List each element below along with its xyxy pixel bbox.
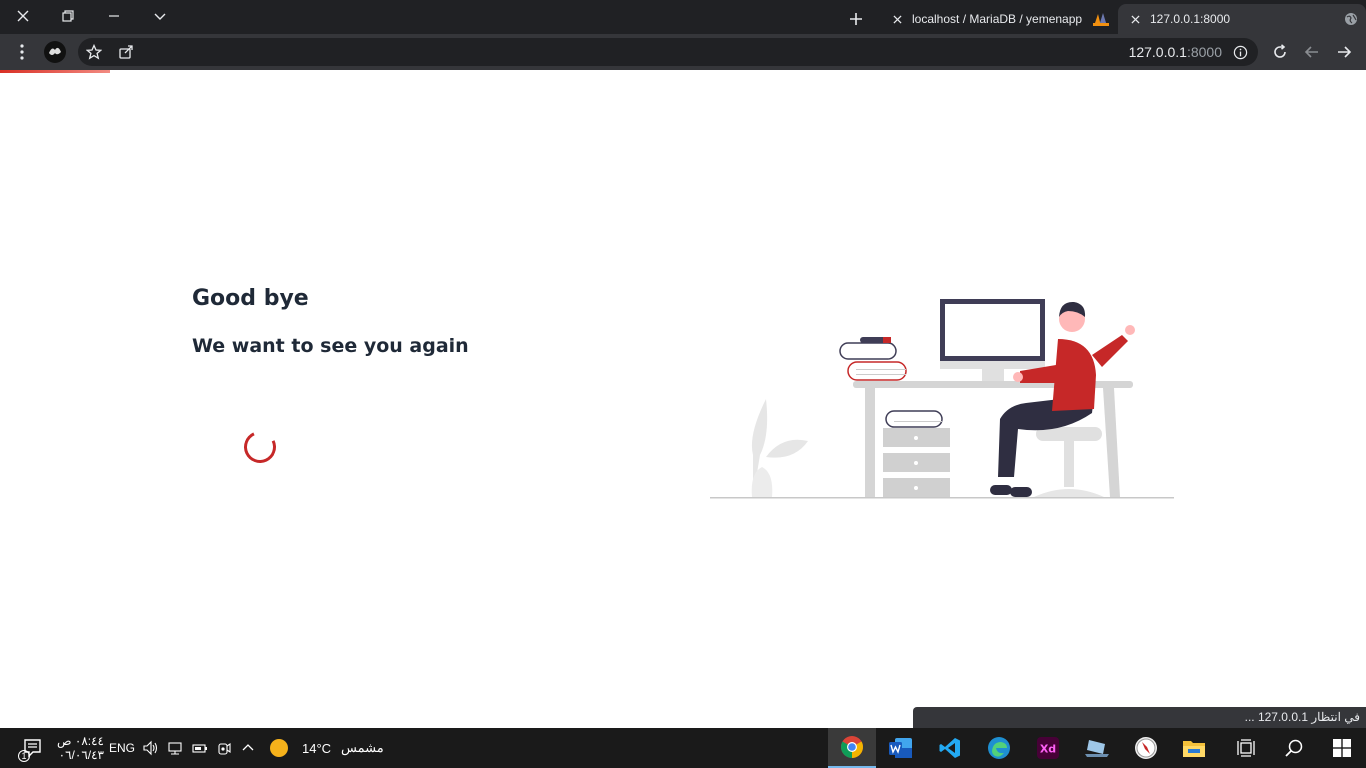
browser-toolbar: 127.0.0.1:8000 [0, 34, 1366, 70]
chevron-down-icon [154, 13, 166, 20]
menu-button[interactable] [8, 38, 36, 66]
word-icon [889, 738, 912, 758]
taskbar-app-file-explorer[interactable] [1170, 728, 1218, 768]
taskbar-app-compass[interactable] [1122, 728, 1170, 768]
windows-taskbar: 1 ٠٨:٤٤ ص ٠٦/٠٦/٤٣ ENG 14°C مشمس Xd [0, 728, 1366, 768]
edge-icon [988, 737, 1010, 759]
taskbar-app-edge[interactable] [975, 728, 1023, 768]
kebab-menu-icon [20, 44, 24, 60]
arrow-left-icon [1304, 46, 1318, 58]
network-icon [168, 742, 182, 755]
vscode-icon [939, 738, 960, 758]
url-text[interactable]: 127.0.0.1:8000 [1129, 44, 1222, 60]
sun-icon [270, 739, 288, 757]
address-bar[interactable]: 127.0.0.1:8000 [78, 38, 1258, 66]
folder-icon [1183, 741, 1205, 757]
show-hidden-icons-button[interactable] [237, 728, 259, 768]
share-icon [119, 45, 133, 59]
page-loading-bar [0, 70, 110, 73]
share-button[interactable] [112, 38, 140, 66]
close-icon [17, 10, 29, 22]
language-indicator[interactable]: ENG [108, 728, 136, 768]
camera-icon [218, 742, 231, 755]
battery-icon [192, 744, 207, 753]
chrome-icon [841, 736, 863, 758]
back-button[interactable] [1298, 38, 1326, 66]
weather-condition: مشمس [341, 740, 384, 755]
windows-logo-icon [1333, 739, 1351, 757]
close-icon [892, 14, 902, 24]
url-host: 127.0.0.1 [1128, 44, 1187, 60]
clock-date: ٠٦/٠٦/٤٣ [58, 748, 104, 762]
clock-time: ٠٨:٤٤ ص [57, 734, 104, 748]
tab-strip: localhost / MariaDB / yemenapp 127.0.0.1… [0, 0, 1366, 34]
bookmark-star-button[interactable] [80, 38, 108, 66]
site-info-button[interactable] [1226, 38, 1254, 66]
info-icon [1233, 45, 1247, 59]
notification-count-badge: 1 [18, 750, 30, 762]
search-button[interactable] [1270, 728, 1318, 768]
language-label: ENG [108, 741, 135, 755]
adobe-xd-icon: Xd [1037, 737, 1059, 759]
compass-icon [1135, 737, 1157, 759]
tab-localhost[interactable]: 127.0.0.1:8000 [1118, 4, 1366, 34]
loading-spinner-icon [239, 426, 281, 468]
page-title: Good bye [192, 286, 309, 311]
taskbar-app-virtualbox[interactable] [1073, 728, 1121, 768]
url-port: :8000 [1186, 44, 1222, 60]
close-window-button[interactable] [0, 0, 46, 32]
star-icon [86, 44, 102, 60]
tab-title: 127.0.0.1:8000 [1150, 12, 1231, 26]
reload-icon [1274, 44, 1286, 58]
laptop-icon [1085, 740, 1109, 757]
weather-widget[interactable]: 14°C مشمس [268, 728, 392, 768]
tab-title: localhost / MariaDB / yemenapp [912, 12, 1083, 26]
tab-search-button[interactable] [137, 0, 183, 32]
battery-button[interactable] [189, 728, 211, 768]
svg-text:Xd: Xd [1040, 743, 1056, 756]
globe-icon [1345, 13, 1357, 25]
profile-avatar[interactable] [41, 38, 69, 66]
chevron-up-icon [242, 744, 254, 751]
volume-button[interactable] [140, 728, 160, 768]
taskbar-app-xd[interactable]: Xd [1024, 728, 1072, 768]
volume-icon [143, 740, 158, 756]
restore-window-button[interactable] [45, 0, 91, 32]
minimize-icon [109, 15, 119, 17]
taskbar-app-chrome[interactable] [828, 728, 876, 768]
task-view-icon [1237, 739, 1255, 757]
close-icon [1130, 14, 1140, 24]
taskbar-app-vscode[interactable] [926, 728, 974, 768]
task-view-button[interactable] [1222, 728, 1270, 768]
reload-button[interactable] [1266, 38, 1294, 66]
arrow-right-icon [1338, 46, 1352, 58]
taskbar-app-word[interactable] [876, 728, 924, 768]
phpmyadmin-favicon-icon [1093, 13, 1109, 26]
weather-temperature: 14°C [302, 740, 332, 756]
plus-icon [850, 13, 862, 25]
meet-now-button[interactable] [213, 728, 235, 768]
forward-button[interactable] [1330, 38, 1358, 66]
tab-close-button[interactable] [888, 10, 906, 28]
new-tab-button[interactable] [842, 4, 870, 34]
network-button[interactable] [164, 728, 186, 768]
restore-icon [62, 10, 74, 22]
notification-center-button[interactable]: 1 [14, 728, 50, 768]
minimize-window-button[interactable] [91, 0, 137, 32]
start-button[interactable] [1318, 728, 1366, 768]
tab-close-button[interactable] [1126, 10, 1144, 28]
working-at-desk-illustration [710, 299, 1174, 499]
tab-phpmyadmin[interactable]: localhost / MariaDB / yemenapp [880, 4, 1114, 34]
status-bubble: في انتظار 127.0.0.1 ... [913, 707, 1366, 728]
clock[interactable]: ٠٨:٤٤ ص ٠٦/٠٦/٤٣ [52, 728, 104, 768]
avatar-icon [44, 41, 66, 63]
search-icon [1285, 739, 1303, 757]
page-subtitle: We want to see you again [192, 335, 469, 357]
